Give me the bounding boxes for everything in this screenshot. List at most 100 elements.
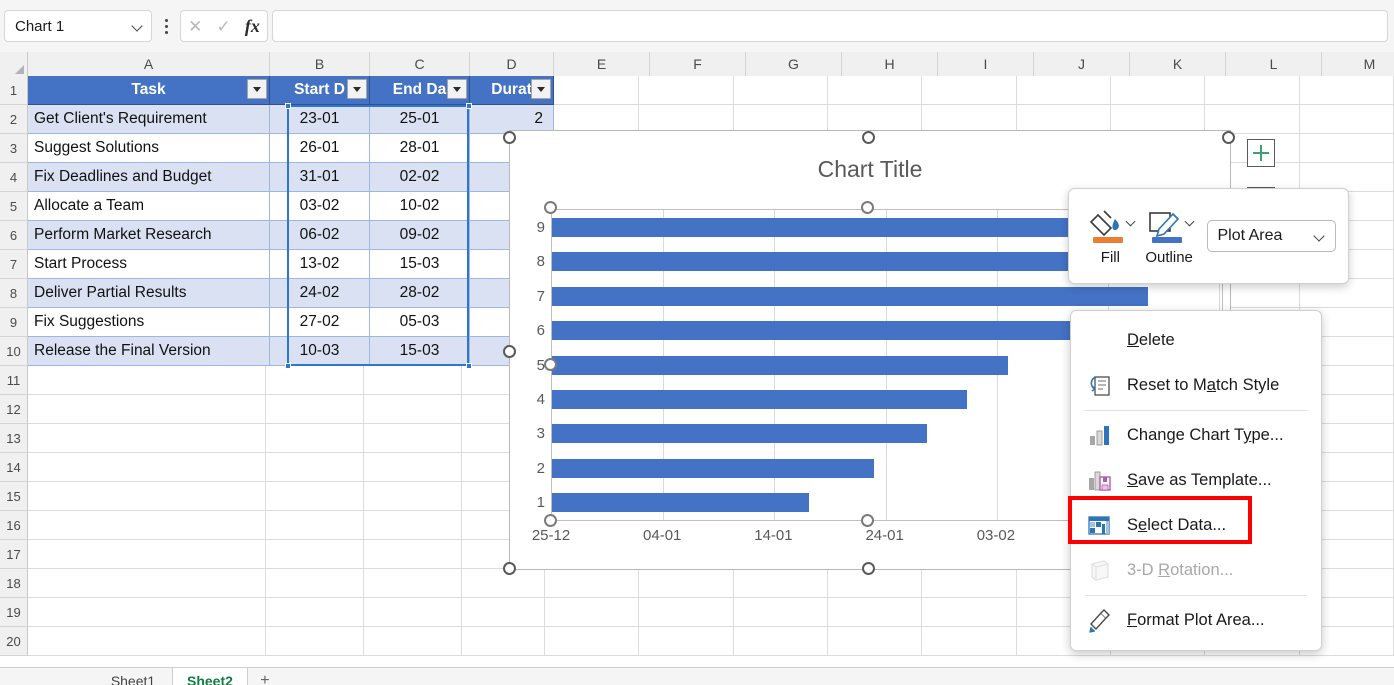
grid-cell[interactable] <box>28 627 266 656</box>
table-cell-end[interactable]: 28-01 <box>370 134 470 163</box>
column-header-b[interactable]: B <box>270 52 370 76</box>
grid-cell[interactable] <box>28 511 266 540</box>
column-header-h[interactable]: H <box>842 52 938 76</box>
plot-handle-mid-left[interactable] <box>544 358 557 371</box>
grid-cell[interactable] <box>364 366 463 395</box>
table-cell-start[interactable]: 10-03 <box>270 337 370 366</box>
column-header-f[interactable]: F <box>650 52 746 76</box>
plot-handle-bottom-center[interactable] <box>861 514 874 527</box>
column-header-c[interactable]: C <box>370 52 470 76</box>
close-icon[interactable]: ✕ <box>188 18 202 35</box>
grid-cell[interactable] <box>733 76 828 105</box>
grid-cell[interactable] <box>544 569 640 598</box>
column-header-m[interactable]: M <box>1322 52 1394 76</box>
grid-cell[interactable] <box>28 424 266 453</box>
grid-cell[interactable] <box>462 627 545 656</box>
row-header-5[interactable]: 5 <box>0 192 28 221</box>
range-handle-top-left[interactable] <box>285 103 291 109</box>
grid-cell[interactable] <box>28 482 266 511</box>
filter-dropdown-icon[interactable] <box>347 79 367 99</box>
plot-handle-bottom-left[interactable] <box>544 514 557 527</box>
name-box[interactable]: Chart 1 <box>4 10 152 42</box>
table-cell-task[interactable]: Fix Deadlines and Budget <box>28 163 270 192</box>
grid-cell[interactable] <box>1205 76 1300 105</box>
formula-input[interactable] <box>272 10 1388 42</box>
grid-cell[interactable] <box>265 540 365 569</box>
row-header-18[interactable]: 18 <box>0 569 28 598</box>
row-header-7[interactable]: 7 <box>0 250 28 279</box>
grid-cell[interactable] <box>733 627 828 656</box>
grid-cell[interactable] <box>364 453 463 482</box>
table-cell-end[interactable]: 15-03 <box>370 250 470 279</box>
row-header-1[interactable]: 1 <box>0 76 28 105</box>
column-header-g[interactable]: G <box>746 52 842 76</box>
grid-cell[interactable] <box>639 627 734 656</box>
table-cell-start[interactable]: 31-01 <box>270 163 370 192</box>
row-header-2[interactable]: 2 <box>0 105 28 134</box>
plot-handle-top-center[interactable] <box>861 201 874 214</box>
table-cell-start[interactable]: 23-01 <box>270 105 370 134</box>
chart-element-select[interactable]: Plot Area <box>1206 220 1336 252</box>
table-cell-end[interactable]: 02-02 <box>370 163 470 192</box>
grid-cell[interactable] <box>639 598 734 627</box>
more-options-icon[interactable] <box>155 10 177 42</box>
column-header-k[interactable]: K <box>1130 52 1226 76</box>
grid-cell[interactable] <box>733 598 828 627</box>
range-handle-bottom-left[interactable] <box>285 363 291 369</box>
table-row[interactable]: Suggest Solutions26-0128-012 <box>28 134 554 163</box>
table-cell-task[interactable]: Allocate a Team <box>28 192 270 221</box>
row-header-16[interactable]: 16 <box>0 511 28 540</box>
sheet-tab-sheet2[interactable]: Sheet2 <box>172 668 248 685</box>
sheet-tab-sheet1[interactable]: Sheet1 <box>96 668 170 685</box>
grid-cell[interactable] <box>544 627 640 656</box>
table-cell-task[interactable]: Fix Suggestions <box>28 308 270 337</box>
row-header-20[interactable]: 20 <box>0 627 28 656</box>
table-row[interactable]: Get Client's Requirement 23-01 25-01 2 <box>28 105 554 134</box>
row-header-9[interactable]: 9 <box>0 308 28 337</box>
grid-cell[interactable] <box>265 482 365 511</box>
grid-cell[interactable] <box>265 627 365 656</box>
row-header-10[interactable]: 10 <box>0 337 28 366</box>
table-cell-task[interactable]: Release the Final Version <box>28 337 270 366</box>
table-cell-task[interactable]: Get Client's Requirement <box>28 105 270 134</box>
grid-cell[interactable] <box>922 598 1017 627</box>
chart-handle-top-right[interactable] <box>1222 131 1235 144</box>
outline-button[interactable]: Outline <box>1140 207 1199 266</box>
grid-cell[interactable] <box>827 76 923 105</box>
column-header-e[interactable]: E <box>554 52 650 76</box>
row-header-17[interactable]: 17 <box>0 540 28 569</box>
grid-cell[interactable] <box>265 453 365 482</box>
column-header-d[interactable]: D <box>470 52 554 76</box>
filter-dropdown-icon[interactable] <box>531 79 551 99</box>
table-row[interactable]: Allocate a Team03-0210-027 <box>28 192 554 221</box>
table-row[interactable]: Perform Market Research06-0209-023 <box>28 221 554 250</box>
chart-handle-mid-left[interactable] <box>503 345 516 358</box>
table-cell-end[interactable]: 05-03 <box>370 308 470 337</box>
filter-dropdown-icon[interactable] <box>247 79 267 99</box>
grid-cell[interactable] <box>28 453 266 482</box>
chart-handle-bottom-center[interactable] <box>862 562 875 575</box>
grid-cell[interactable] <box>827 627 923 656</box>
table-cell-end[interactable]: 25-01 <box>370 105 470 134</box>
grid-cell[interactable] <box>827 598 923 627</box>
bar[interactable] <box>552 286 1149 306</box>
table-cell-start[interactable]: 06-02 <box>270 221 370 250</box>
table-cell-start[interactable]: 13-02 <box>270 250 370 279</box>
grid-cell[interactable] <box>265 395 365 424</box>
grid-cell[interactable] <box>364 482 463 511</box>
table-cell-start[interactable]: 03-02 <box>270 192 370 221</box>
grid-cell[interactable] <box>28 598 266 627</box>
table-cell-task[interactable]: Deliver Partial Results <box>28 279 270 308</box>
row-header-11[interactable]: 11 <box>0 366 28 395</box>
grid-cell[interactable] <box>544 76 640 105</box>
grid-cell[interactable] <box>639 76 734 105</box>
grid-cell[interactable] <box>1299 105 1394 134</box>
table-cell-start[interactable]: 27-02 <box>270 308 370 337</box>
add-sheet-button[interactable]: + <box>250 668 280 685</box>
table-row[interactable]: Fix Deadlines and Budget31-0102-022 <box>28 163 554 192</box>
plot-handle-top-left[interactable] <box>544 201 557 214</box>
grid-cell[interactable] <box>265 366 365 395</box>
grid-cell[interactable] <box>28 366 266 395</box>
grid-cell[interactable] <box>265 511 365 540</box>
table-row[interactable]: Deliver Partial Results24-0228-024 <box>28 279 554 308</box>
